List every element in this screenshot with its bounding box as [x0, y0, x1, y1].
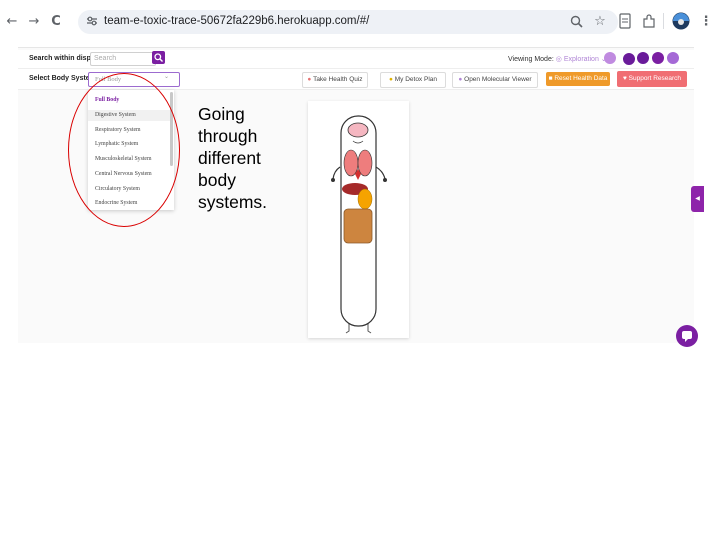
back-icon[interactable]: ←	[4, 14, 20, 30]
viewing-mode-value: Exploration	[563, 56, 599, 63]
brain-organ[interactable]	[347, 122, 369, 138]
more-icon[interactable]	[667, 52, 679, 64]
body-illustration	[331, 115, 387, 334]
intestines-organ[interactable]	[343, 208, 373, 244]
caption-line: through	[198, 126, 258, 146]
chat-icon	[682, 331, 692, 342]
reading-list-icon[interactable]	[618, 13, 632, 29]
info-icon[interactable]	[637, 52, 649, 64]
search-icon	[154, 53, 163, 62]
chevron-down-icon: ⌄	[164, 74, 170, 80]
zoom-icon[interactable]	[570, 15, 583, 28]
mode-toggle-icon[interactable]	[604, 52, 616, 64]
left-lung-organ[interactable]	[343, 149, 359, 177]
refresh-icon: ■	[548, 75, 553, 82]
url-text: team-e-toxic-trace-50672fa229b6.herokuap…	[104, 15, 370, 27]
molecular-viewer-label: Open Molecular Viewer	[464, 76, 532, 83]
body-illustration-card	[308, 101, 409, 338]
quiz-icon: ●	[307, 76, 312, 83]
molecule-icon: ●	[458, 76, 463, 83]
site-settings-icon[interactable]	[86, 15, 98, 27]
kebab-menu-icon[interactable]: ⋮	[698, 14, 714, 30]
support-research-button[interactable]: ♥ Support Research	[617, 71, 687, 87]
reset-health-button[interactable]: ■ Reset Health Data	[546, 72, 610, 86]
viewing-mode-select[interactable]: ◎ Exploration ⌄	[556, 56, 607, 63]
chat-button[interactable]	[676, 325, 698, 347]
help-icon[interactable]	[622, 52, 636, 66]
support-research-label: Support Research	[628, 75, 682, 82]
caption-line: body	[198, 170, 236, 190]
leaf-icon: ●	[388, 76, 393, 83]
caption-line: systems.	[198, 192, 268, 212]
chevron-left-icon: ◀	[695, 196, 700, 202]
viewing-mode: Viewing Mode: ◎ Exploration ⌄	[508, 55, 607, 63]
profile-avatar[interactable]	[672, 12, 690, 30]
side-panel-toggle[interactable]: ◀	[691, 186, 704, 212]
annotation-caption: Going through different body systems.	[198, 103, 267, 213]
caption-line: Going	[198, 104, 245, 124]
extensions-icon[interactable]	[641, 13, 657, 29]
reload-icon[interactable]: C	[48, 14, 64, 30]
link-icon[interactable]	[652, 52, 664, 64]
search-input[interactable]: Search	[90, 52, 156, 66]
viewing-mode-label: Viewing Mode:	[508, 56, 554, 63]
forward-icon[interactable]: →	[26, 14, 42, 30]
right-lung-organ[interactable]	[357, 149, 373, 177]
caption-line: different	[198, 148, 261, 168]
detox-plan-label: My Detox Plan	[394, 76, 438, 83]
heart-icon: ♥	[622, 75, 627, 82]
stomach-organ[interactable]	[357, 188, 373, 210]
annotation-ellipse	[68, 73, 180, 227]
toolbar-divider	[663, 13, 664, 29]
bookmark-star-icon[interactable]: ☆	[592, 14, 608, 30]
health-quiz-label: Take Health Quiz	[313, 76, 363, 83]
molecular-viewer-button[interactable]: ● Open Molecular Viewer	[452, 72, 538, 88]
search-button[interactable]	[152, 51, 165, 64]
reset-health-label: Reset Health Data	[554, 75, 608, 82]
detox-plan-button[interactable]: ● My Detox Plan	[380, 72, 446, 88]
health-quiz-button[interactable]: ● Take Health Quiz	[302, 72, 368, 88]
